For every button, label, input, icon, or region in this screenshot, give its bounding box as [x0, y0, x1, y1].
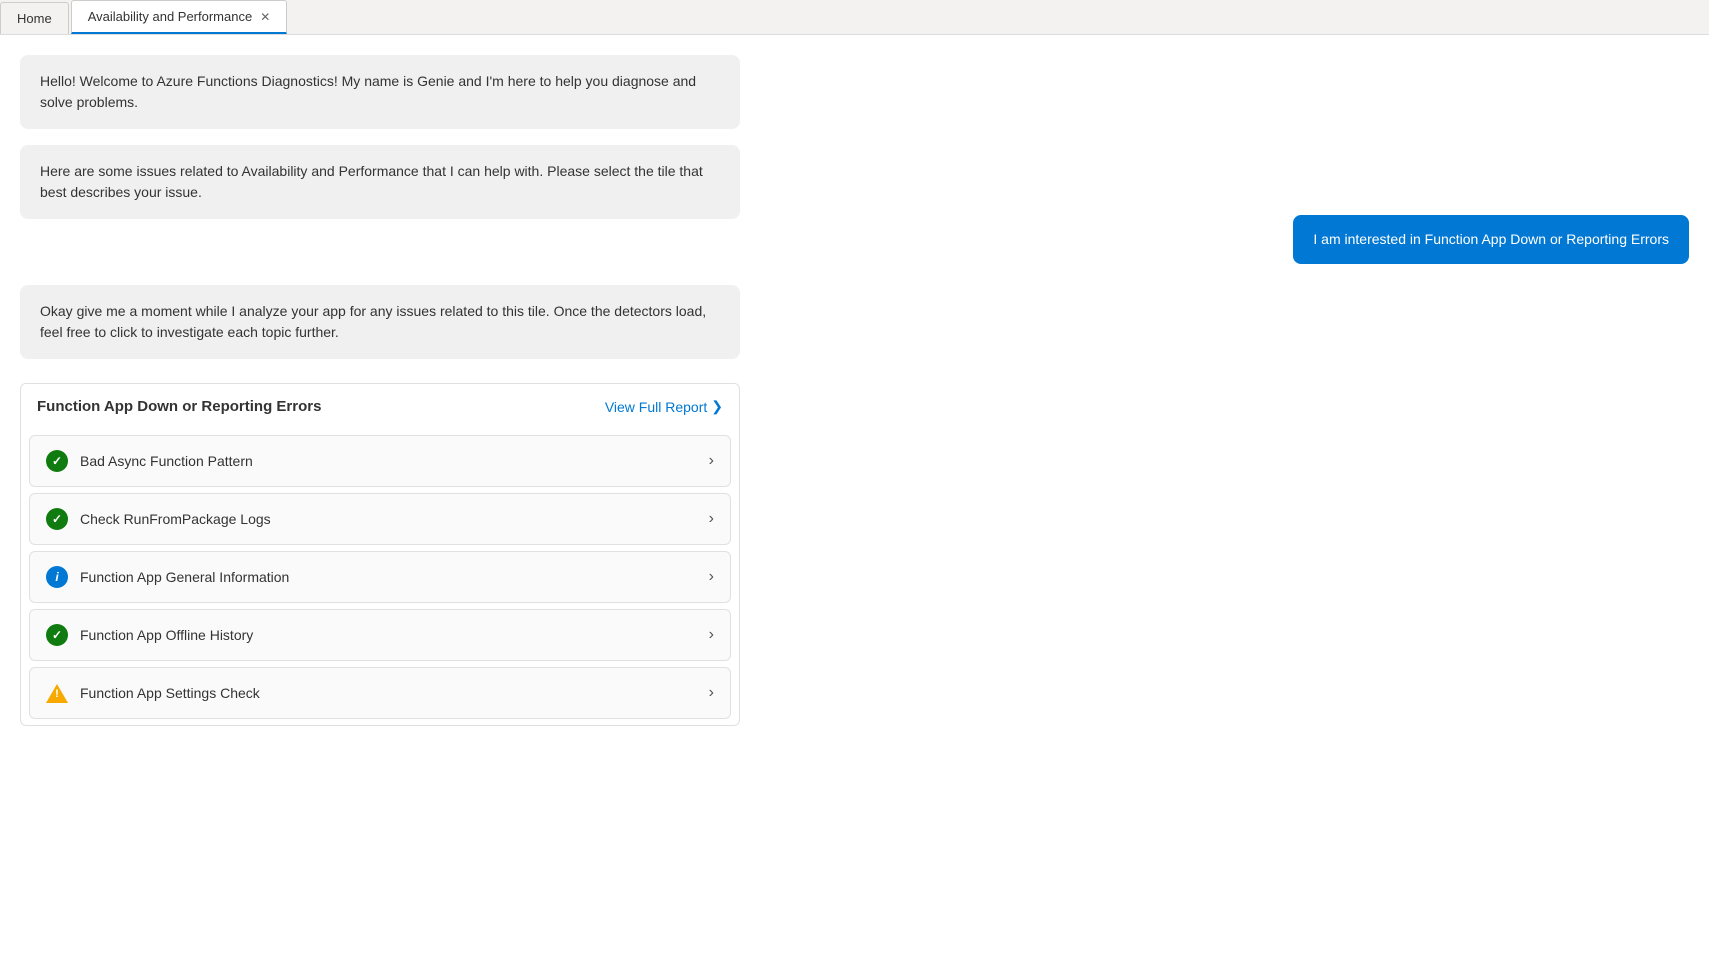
- chevron-right-icon: ❯: [711, 398, 723, 415]
- warning-icon-settings-check: [46, 682, 68, 704]
- detector-section-title: Function App Down or Reporting Errors: [37, 398, 321, 415]
- success-icon-runfrom: [46, 508, 68, 530]
- user-bubble-area: I am interested in Function App Down or …: [780, 215, 1689, 264]
- bot-message-2: Here are some issues related to Availabi…: [20, 145, 740, 219]
- user-message-1: I am interested in Function App Down or …: [1293, 215, 1689, 264]
- detector-item-label-general-info: Function App General Information: [80, 569, 289, 585]
- detector-item-label-runfrom: Check RunFromPackage Logs: [80, 511, 271, 527]
- conversation-panel: Hello! Welcome to Azure Functions Diagno…: [0, 35, 760, 948]
- view-full-report-link[interactable]: View Full Report ❯: [605, 398, 723, 415]
- info-icon-general-info: [46, 566, 68, 588]
- detector-header: Function App Down or Reporting Errors Vi…: [21, 384, 739, 429]
- tab-close-icon[interactable]: ✕: [260, 11, 270, 23]
- detector-item-label-bad-async: Bad Async Function Pattern: [80, 453, 253, 469]
- detector-item-bad-async[interactable]: Bad Async Function Pattern ›: [29, 435, 731, 487]
- chevron-right-runfrom: ›: [709, 510, 714, 528]
- detector-section: Function App Down or Reporting Errors Vi…: [20, 383, 740, 726]
- success-icon-bad-async: [46, 450, 68, 472]
- detector-item-offline-history[interactable]: Function App Offline History ›: [29, 609, 731, 661]
- chevron-right-settings-check: ›: [709, 684, 714, 702]
- tab-availability[interactable]: Availability and Performance ✕: [71, 0, 288, 34]
- tab-availability-label: Availability and Performance: [88, 9, 253, 24]
- success-icon-offline-history: [46, 624, 68, 646]
- chevron-right-bad-async: ›: [709, 452, 714, 470]
- main-content: Hello! Welcome to Azure Functions Diagno…: [0, 35, 1709, 948]
- detector-item-label-settings-check: Function App Settings Check: [80, 685, 260, 701]
- bot-message-1: Hello! Welcome to Azure Functions Diagno…: [20, 55, 740, 129]
- detector-item-settings-check[interactable]: Function App Settings Check ›: [29, 667, 731, 719]
- tab-home[interactable]: Home: [0, 2, 69, 34]
- right-panel: I am interested in Function App Down or …: [760, 35, 1709, 948]
- detector-item-label-offline-history: Function App Offline History: [80, 627, 253, 643]
- bot-message-3: Okay give me a moment while I analyze yo…: [20, 285, 740, 359]
- tab-home-label: Home: [17, 11, 52, 26]
- detector-item-runfrom[interactable]: Check RunFromPackage Logs ›: [29, 493, 731, 545]
- detector-item-general-info[interactable]: Function App General Information ›: [29, 551, 731, 603]
- chevron-right-general-info: ›: [709, 568, 714, 586]
- tab-bar: Home Availability and Performance ✕: [0, 0, 1709, 35]
- chevron-right-offline-history: ›: [709, 626, 714, 644]
